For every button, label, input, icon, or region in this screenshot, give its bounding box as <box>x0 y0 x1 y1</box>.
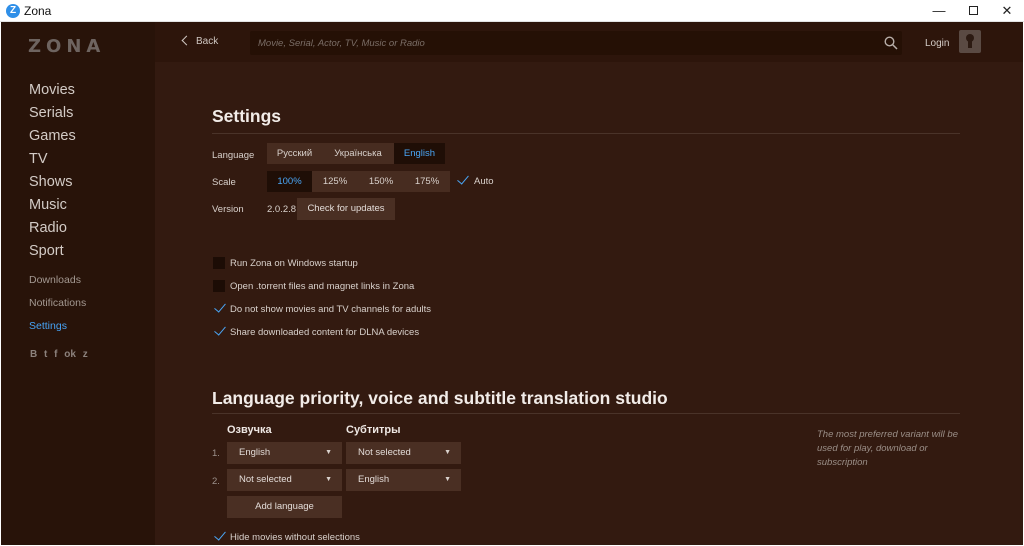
chevron-left-icon <box>181 35 192 46</box>
caret-down-icon: ▼ <box>325 476 332 483</box>
subtitle-select-value: English <box>358 474 390 485</box>
back-button[interactable]: Back <box>181 35 219 47</box>
subtitle-select-1[interactable]: Not selected ▼ <box>346 442 461 464</box>
torrent-option-label: Open .torrent files and magnet links in … <box>230 281 415 292</box>
scale-option-100[interactable]: 100% <box>267 171 312 192</box>
scale-option-175[interactable]: 175% <box>404 171 450 192</box>
subtitle-select-value: Not selected <box>358 447 411 458</box>
minimize-button[interactable]: — <box>922 0 956 22</box>
scale-option-150[interactable]: 150% <box>358 171 404 192</box>
secondary-nav: Downloads Notifications Settings <box>29 272 86 341</box>
language-label: Language <box>212 150 255 161</box>
sidebar-item-shows[interactable]: Shows <box>29 173 76 196</box>
language-option-english[interactable]: English <box>394 143 445 164</box>
sidebar: ZONA Movies Serials Games TV Shows Music… <box>1 22 155 545</box>
dlna-option-label: Share downloaded content for DLNA device… <box>230 327 420 338</box>
settings-title: Settings <box>212 106 282 126</box>
facebook-icon[interactable]: f <box>54 349 57 360</box>
maximize-icon <box>968 6 978 16</box>
social-links: B t f ok z <box>30 349 92 360</box>
caret-down-icon: ▼ <box>444 449 451 456</box>
sidebar-item-serials[interactable]: Serials <box>29 104 76 127</box>
sidebar-item-movies[interactable]: Movies <box>29 81 76 104</box>
back-label: Back <box>196 36 219 47</box>
search-input[interactable] <box>258 36 858 50</box>
language-option-ukrainian[interactable]: Українська <box>322 143 394 164</box>
sidebar-item-downloads[interactable]: Downloads <box>29 272 86 295</box>
odnoklassniki-icon[interactable]: ok <box>64 349 76 360</box>
priority-divider <box>212 413 960 414</box>
voice-select-value: English <box>239 447 271 458</box>
maximize-button[interactable] <box>956 0 990 22</box>
voice-column-header: Озвучка <box>227 424 272 436</box>
voice-select-2[interactable]: Not selected ▼ <box>227 469 342 491</box>
twitter-icon[interactable]: t <box>44 349 47 360</box>
app-window: ZONA Movies Serials Games TV Shows Music… <box>1 22 1023 545</box>
torrent-checkbox[interactable] <box>213 280 225 292</box>
priority-title: Language priority, voice and subtitle tr… <box>212 388 668 408</box>
startup-checkbox[interactable] <box>213 257 225 269</box>
title-bar: Z Zona — ✕ <box>0 0 1024 22</box>
auto-scale-label: Auto <box>474 176 494 187</box>
version-value: 2.0.2.8 <box>267 204 297 215</box>
zona-social-icon[interactable]: z <box>83 349 88 360</box>
scale-label: Scale <box>212 177 236 188</box>
search-icon[interactable] <box>884 36 898 50</box>
subtitle-select-2[interactable]: English ▼ <box>346 469 461 491</box>
login-link[interactable]: Login <box>925 38 949 49</box>
subtitles-column-header: Субтитры <box>346 424 401 436</box>
language-option-russian[interactable]: Русский <box>267 143 322 164</box>
adult-filter-option-label: Do not show movies and TV channels for a… <box>230 304 432 315</box>
dlna-checkbox[interactable] <box>214 325 226 337</box>
settings-page: Settings Language Русский Українська Eng… <box>155 62 1023 545</box>
adult-filter-checkbox[interactable] <box>214 302 226 314</box>
sidebar-item-games[interactable]: Games <box>29 127 76 150</box>
caret-down-icon: ▼ <box>444 476 451 483</box>
voice-select-value: Not selected <box>239 474 292 485</box>
priority-hint: The most preferred variant will be used … <box>817 429 958 468</box>
zona-app-icon: Z <box>6 4 20 18</box>
auto-scale-checkbox[interactable] <box>457 174 469 186</box>
sidebar-item-notifications[interactable]: Notifications <box>29 295 86 318</box>
vk-icon[interactable]: B <box>30 349 37 360</box>
caret-down-icon: ▼ <box>325 449 332 456</box>
avatar[interactable] <box>959 30 981 53</box>
window-title: Zona <box>24 4 52 18</box>
header: Back Login <box>155 22 1023 62</box>
add-language-button[interactable]: Add language <box>227 496 342 518</box>
startup-option-label: Run Zona on Windows startup <box>230 258 358 269</box>
settings-divider <box>212 133 960 134</box>
main-nav: Movies Serials Games TV Shows Music Radi… <box>29 81 76 265</box>
version-label: Version <box>212 204 244 215</box>
sidebar-item-radio[interactable]: Radio <box>29 219 76 242</box>
sidebar-item-settings[interactable]: Settings <box>29 318 86 341</box>
zona-logo[interactable]: ZONA <box>28 36 105 57</box>
priority-row-number: 1. <box>212 448 220 459</box>
sidebar-item-tv[interactable]: TV <box>29 150 76 173</box>
priority-row-number: 2. <box>212 476 220 487</box>
close-button[interactable]: ✕ <box>990 0 1024 22</box>
check-updates-button[interactable]: Check for updates <box>297 198 395 220</box>
sidebar-item-music[interactable]: Music <box>29 196 76 219</box>
sidebar-item-sport[interactable]: Sport <box>29 242 76 265</box>
voice-select-1[interactable]: English ▼ <box>227 442 342 464</box>
hide-movies-checkbox[interactable] <box>214 530 226 542</box>
scale-option-125[interactable]: 125% <box>312 171 358 192</box>
search-bar <box>250 31 902 55</box>
hide-movies-label: Hide movies without selections <box>230 532 360 543</box>
